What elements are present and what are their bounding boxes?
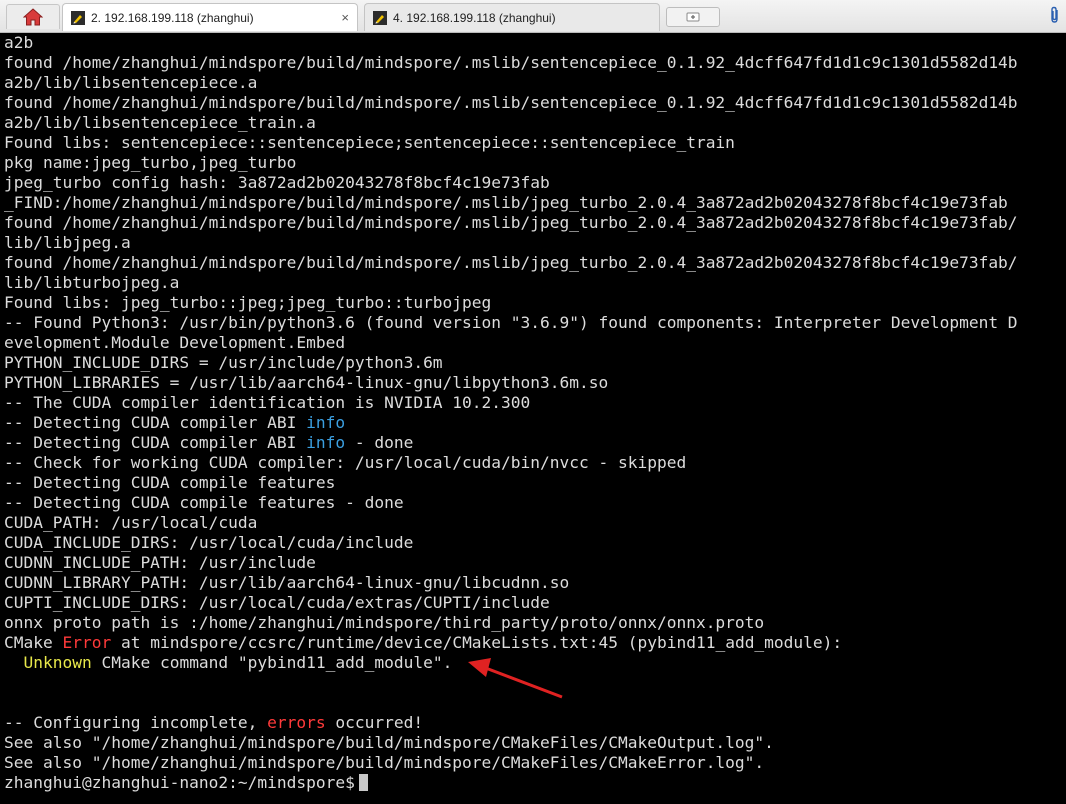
- terminal-line: -- Found Python3: /usr/bin/python3.6 (fo…: [4, 313, 1018, 332]
- close-icon[interactable]: ×: [341, 10, 349, 25]
- terminal-line: -- Check for working CUDA compiler: /usr…: [4, 453, 687, 472]
- line-prefix: -- Detecting CUDA compiler ABI: [4, 433, 307, 452]
- terminal-line: a2b: [4, 33, 34, 52]
- new-tab-button[interactable]: [666, 7, 720, 27]
- shell-prompt: zhanghui@zhanghui-nano2:~/mindspore$: [4, 773, 355, 792]
- home-button[interactable]: [6, 4, 60, 29]
- tab-label: 2. 192.168.199.118 (zhanghui): [91, 10, 254, 25]
- terminal-line: found /home/zhanghui/mindspore/build/min…: [4, 213, 1018, 232]
- pencil-session-icon: [373, 10, 387, 25]
- terminal-line: found /home/zhanghui/mindspore/build/min…: [4, 253, 1018, 272]
- terminal-line: lib/libjpeg.a: [4, 233, 131, 252]
- terminal-line: PYTHON_INCLUDE_DIRS = /usr/include/pytho…: [4, 353, 443, 372]
- terminal-line: CUDNN_LIBRARY_PATH: /usr/lib/aarch64-lin…: [4, 573, 570, 592]
- terminal-line: See also "/home/zhanghui/mindspore/build…: [4, 733, 774, 752]
- home-icon: [23, 8, 43, 26]
- tab-bar: 2. 192.168.199.118 (zhanghui) × 4. 192.1…: [0, 0, 1066, 33]
- terminal-line: CUDNN_INCLUDE_PATH: /usr/include: [4, 553, 316, 572]
- terminal-line: found /home/zhanghui/mindspore/build/min…: [4, 53, 1018, 72]
- line-prefix: CMake: [4, 633, 63, 652]
- terminal-line-abi: -- Detecting CUDA compiler ABI info: [4, 413, 1066, 433]
- terminal-line: Found libs: jpeg_turbo::jpeg;jpeg_turbo:…: [4, 293, 492, 312]
- terminal-line: -- Detecting CUDA compile features: [4, 473, 336, 492]
- info-keyword: info: [306, 413, 346, 432]
- info-keyword: info: [306, 433, 346, 452]
- line-prefix: -- Configuring incomplete,: [4, 713, 268, 732]
- line-prefix: [4, 653, 24, 672]
- terminal-line: a2b/lib/libsentencepiece.a: [4, 73, 258, 92]
- terminal-line: onnx proto path is :/home/zhanghui/minds…: [4, 613, 765, 632]
- line-suffix: CMake command "pybind11_add_module".: [91, 653, 453, 672]
- text-cursor: [358, 774, 368, 791]
- terminal-prompt-line[interactable]: zhanghui@zhanghui-nano2:~/mindspore$: [4, 773, 1066, 793]
- terminal-line-unknown: Unknown CMake command "pybind11_add_modu…: [4, 653, 1066, 673]
- line-suffix: occurred!: [325, 713, 424, 732]
- terminal-line: jpeg_turbo config hash: 3a872ad2b0204327…: [4, 173, 550, 192]
- new-tab-icon: [686, 12, 700, 22]
- terminal-output[interactable]: a2b found /home/zhanghui/mindspore/build…: [0, 33, 1066, 804]
- terminal-line: CUPTI_INCLUDE_DIRS: /usr/local/cuda/extr…: [4, 593, 550, 612]
- terminal-line: _FIND:/home/zhanghui/mindspore/build/min…: [4, 193, 1008, 212]
- error-keyword: Error: [62, 633, 112, 652]
- errors-keyword: errors: [267, 713, 326, 732]
- terminal-line: lib/libturbojpeg.a: [4, 273, 180, 292]
- line-suffix: - done: [345, 433, 414, 452]
- terminal-line: a2b/lib/libsentencepiece_train.a: [4, 113, 316, 132]
- line-prefix: -- Detecting CUDA compiler ABI: [4, 413, 307, 432]
- terminal-line: See also "/home/zhanghui/mindspore/build…: [4, 753, 765, 772]
- terminal-line: CUDA_PATH: /usr/local/cuda: [4, 513, 258, 532]
- terminal-line: evelopment.Module Development.Embed: [4, 333, 346, 352]
- terminal-line: -- The CUDA compiler identification is N…: [4, 393, 531, 412]
- terminal-line-abi-done: -- Detecting CUDA compiler ABI info - do…: [4, 433, 1066, 453]
- tab-session-2[interactable]: 2. 192.168.199.118 (zhanghui) ×: [62, 3, 358, 31]
- pencil-session-icon: [71, 10, 85, 25]
- terminal-line: -- Detecting CUDA compile features - don…: [4, 493, 404, 512]
- line-suffix: at mindspore/ccsrc/runtime/device/CMakeL…: [111, 633, 843, 652]
- terminal-line-configuring: -- Configuring incomplete, errors occurr…: [4, 713, 1066, 733]
- paperclip-icon[interactable]: [1048, 6, 1062, 29]
- tab-session-4[interactable]: 4. 192.168.199.118 (zhanghui): [364, 3, 660, 31]
- tab-label: 4. 192.168.199.118 (zhanghui): [393, 10, 556, 25]
- terminal-line: found /home/zhanghui/mindspore/build/min…: [4, 93, 1018, 112]
- terminal-line: CUDA_INCLUDE_DIRS: /usr/local/cuda/inclu…: [4, 533, 414, 552]
- terminal-line-cmake-error: CMake Error at mindspore/ccsrc/runtime/d…: [4, 633, 1066, 653]
- terminal-line: pkg name:jpeg_turbo,jpeg_turbo: [4, 153, 297, 172]
- unknown-keyword: Unknown: [23, 653, 92, 672]
- terminal-line: Found libs: sentencepiece::sentencepiece…: [4, 133, 735, 152]
- terminal-line: PYTHON_LIBRARIES = /usr/lib/aarch64-linu…: [4, 373, 609, 392]
